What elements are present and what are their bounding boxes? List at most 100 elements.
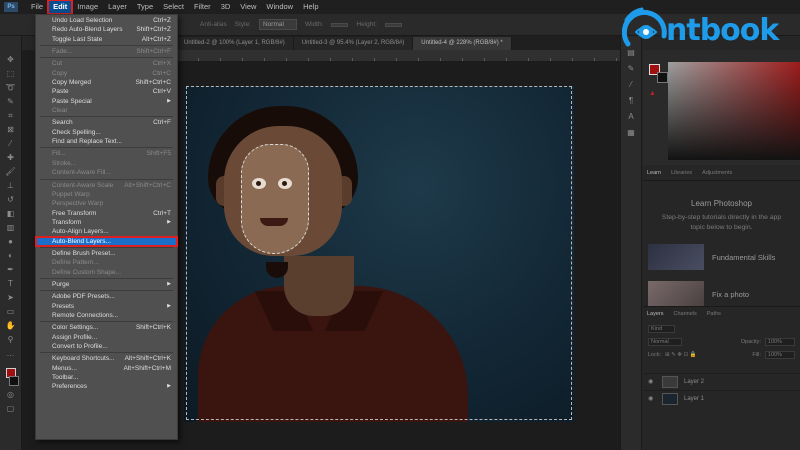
quick-select-tool-icon[interactable]: ✎	[5, 96, 17, 107]
eyedropper-tool-icon[interactable]: ⁄	[5, 138, 17, 149]
stamp-tool-icon[interactable]: ⊥	[5, 180, 17, 191]
lasso-tool-icon[interactable]: ➰	[5, 82, 17, 93]
menu-item-adobe-pdf-presets[interactable]: Adobe PDF Presets...	[36, 292, 177, 301]
style-select[interactable]: Normal	[259, 19, 297, 30]
marquee-tool-icon[interactable]: ⬚	[5, 68, 17, 79]
color-picker-field[interactable]	[668, 62, 800, 160]
anti-alias-checkbox[interactable]: Anti-alias	[200, 21, 227, 28]
menu-item-copy-merged[interactable]: Copy Merged Shift+Ctrl+C	[36, 78, 177, 87]
learn-item-fix-a-photo[interactable]: Fix a photo	[648, 281, 798, 307]
color-panel-background[interactable]	[657, 72, 668, 83]
move-tool-icon[interactable]: ✥	[5, 54, 17, 65]
menu-3d[interactable]: 3D	[216, 0, 236, 14]
learn-subtitle-line-1: Step-by-step tutorials directly in the a…	[661, 214, 782, 221]
width-input[interactable]	[331, 22, 349, 27]
menu-item-search[interactable]: Search Ctrl+F	[36, 118, 177, 127]
swatches-icon[interactable]: ▦	[626, 128, 636, 138]
tab-channels[interactable]: Channels	[674, 311, 697, 317]
menu-item-check-spelling[interactable]: Check Spelling...	[36, 128, 177, 137]
menu-item-auto-blend-layers[interactable]: Auto-Blend Layers...	[35, 235, 178, 247]
document-tab[interactable]: Untitled-2 @ 100% (Layer 1, RGB/8#)	[176, 37, 294, 50]
menu-item-auto-align-layers[interactable]: Auto-Align Layers...	[36, 227, 177, 236]
menu-item-convert-to-profile[interactable]: Convert to Profile...	[36, 342, 177, 351]
eraser-tool-icon[interactable]: ◧	[5, 208, 17, 219]
tab-adjustments[interactable]: Adjustments	[702, 170, 732, 176]
menu-item-remote-connections[interactable]: Remote Connections...	[36, 311, 177, 320]
blur-tool-icon[interactable]: ●	[5, 236, 17, 247]
history-brush-tool-icon[interactable]: ↺	[5, 194, 17, 205]
lock-icons[interactable]: ⊞ ✎ ✥ ⊡ 🔒	[665, 352, 696, 358]
background-color-swatch[interactable]	[8, 376, 19, 386]
menu-item-paste-special[interactable]: Paste Special ▶	[36, 97, 177, 106]
learn-item-fundamental-skills[interactable]: Fundamental Skills	[648, 244, 798, 270]
menu-item-shortcut: Shift+F5	[146, 150, 171, 158]
healing-tool-icon[interactable]: ✚	[5, 152, 17, 163]
zoom-tool-icon[interactable]: ⚲	[5, 334, 17, 345]
pen-tool-icon[interactable]: ✒	[5, 264, 17, 275]
height-input[interactable]	[384, 22, 402, 27]
menu-item-assign-profile[interactable]: Assign Profile...	[36, 333, 177, 342]
menu-item-content-aware-fill: Content-Aware Fill...	[36, 168, 177, 177]
properties-icon[interactable]: ✎	[626, 64, 636, 74]
menu-type[interactable]: Type	[132, 0, 158, 14]
tab-libraries[interactable]: Libraries	[671, 170, 692, 176]
menu-image[interactable]: Image	[72, 0, 103, 14]
layer-row[interactable]: ◉ Layer 2	[643, 373, 800, 389]
menu-item-keyboard-shortcuts[interactable]: Keyboard Shortcuts... Alt+Shift+Ctrl+K	[36, 354, 177, 363]
opacity-input[interactable]: 100%	[764, 337, 795, 346]
visibility-eye-icon[interactable]: ◉	[648, 378, 656, 385]
menu-item-preferences[interactable]: Preferences ▶	[36, 382, 177, 391]
document-tab[interactable]: Untitled-3 @ 95.4% (Layer 2, RGB/8#)	[293, 37, 414, 50]
menu-item-redo-auto-blend-layers[interactable]: Redo Auto-Blend Layers Shift+Ctrl+Z	[36, 25, 177, 34]
menu-separator	[40, 116, 173, 118]
quick-mask-icon[interactable]: ◎	[5, 389, 17, 400]
menu-item-define-brush-preset[interactable]: Define Brush Preset...	[36, 249, 177, 258]
menu-layer[interactable]: Layer	[103, 0, 132, 14]
blend-mode-select[interactable]: Normal	[648, 337, 682, 346]
menu-item-menus[interactable]: Menus... Alt+Shift+Ctrl+M	[36, 364, 177, 373]
screen-mode-icon[interactable]: ▢	[5, 403, 17, 414]
tab-layers[interactable]: Layers	[647, 311, 664, 317]
menu-item-presets[interactable]: Presets ▶	[36, 302, 177, 311]
menu-item-undo-load-selection[interactable]: Undo Load Selection Ctrl+Z	[36, 16, 177, 25]
menu-help[interactable]: Help	[298, 0, 323, 14]
path-select-tool-icon[interactable]: ➤	[5, 292, 17, 303]
layer-row[interactable]: ◉ Layer 1	[643, 390, 800, 406]
gradient-tool-icon[interactable]: ▥	[5, 222, 17, 233]
menu-window[interactable]: Window	[261, 0, 298, 14]
menu-item-free-transform[interactable]: Free Transform Ctrl+T	[36, 209, 177, 218]
document-image[interactable]	[184, 86, 574, 422]
dodge-tool-icon[interactable]: ◐	[5, 250, 17, 261]
paragraph-icon[interactable]: ¶	[626, 96, 636, 106]
menu-filter[interactable]: Filter	[189, 0, 216, 14]
menu-item-purge[interactable]: Purge ▶	[36, 280, 177, 289]
brush-tool-icon[interactable]: 🖌	[5, 166, 17, 177]
crop-tool-icon[interactable]: ⌗	[5, 110, 17, 121]
type-tool-icon[interactable]: T	[5, 278, 17, 289]
menu-file[interactable]: File	[26, 0, 48, 14]
menu-select[interactable]: Select	[158, 0, 189, 14]
layers-lock-row: Lock: ⊞ ✎ ✥ ⊡ 🔒 Fill: 100%	[643, 349, 800, 360]
tab-paths[interactable]: Paths	[707, 311, 721, 317]
fill-input[interactable]: 100%	[764, 350, 795, 359]
menu-item-shortcut: Alt+Shift+Ctrl+C	[124, 181, 171, 189]
shape-tool-icon[interactable]: ▭	[5, 306, 17, 317]
menu-item-paste[interactable]: Paste Ctrl+V	[36, 87, 177, 96]
menu-item-find-and-replace-text[interactable]: Find and Replace Text...	[36, 137, 177, 146]
tab-learn[interactable]: Learn	[647, 170, 661, 176]
menu-item-color-settings[interactable]: Color Settings... Shift+Ctrl+K	[36, 323, 177, 332]
visibility-eye-icon[interactable]: ◉	[648, 395, 656, 402]
menu-edit[interactable]: Edit	[47, 0, 74, 15]
menu-item-transform[interactable]: Transform ▶	[36, 218, 177, 227]
more-tools-icon[interactable]: …	[5, 348, 17, 359]
menu-view[interactable]: View	[235, 0, 261, 14]
hand-tool-icon[interactable]: ✋	[5, 320, 17, 331]
character-icon[interactable]: A	[626, 112, 636, 122]
menu-item-shortcut: Ctrl+V	[152, 88, 171, 96]
brush-settings-icon[interactable]: ⁄	[626, 80, 636, 90]
frame-tool-icon[interactable]: ⊠	[5, 124, 17, 135]
document-tab[interactable]: Untitled-4 @ 228% (RGB/8#) *	[413, 37, 512, 50]
menu-item-toggle-last-state[interactable]: Toggle Last State Alt+Ctrl+Z	[36, 35, 177, 44]
menu-item-toolbar[interactable]: Toolbar...	[36, 373, 177, 382]
kind-filter-select[interactable]: Kind	[648, 324, 676, 333]
